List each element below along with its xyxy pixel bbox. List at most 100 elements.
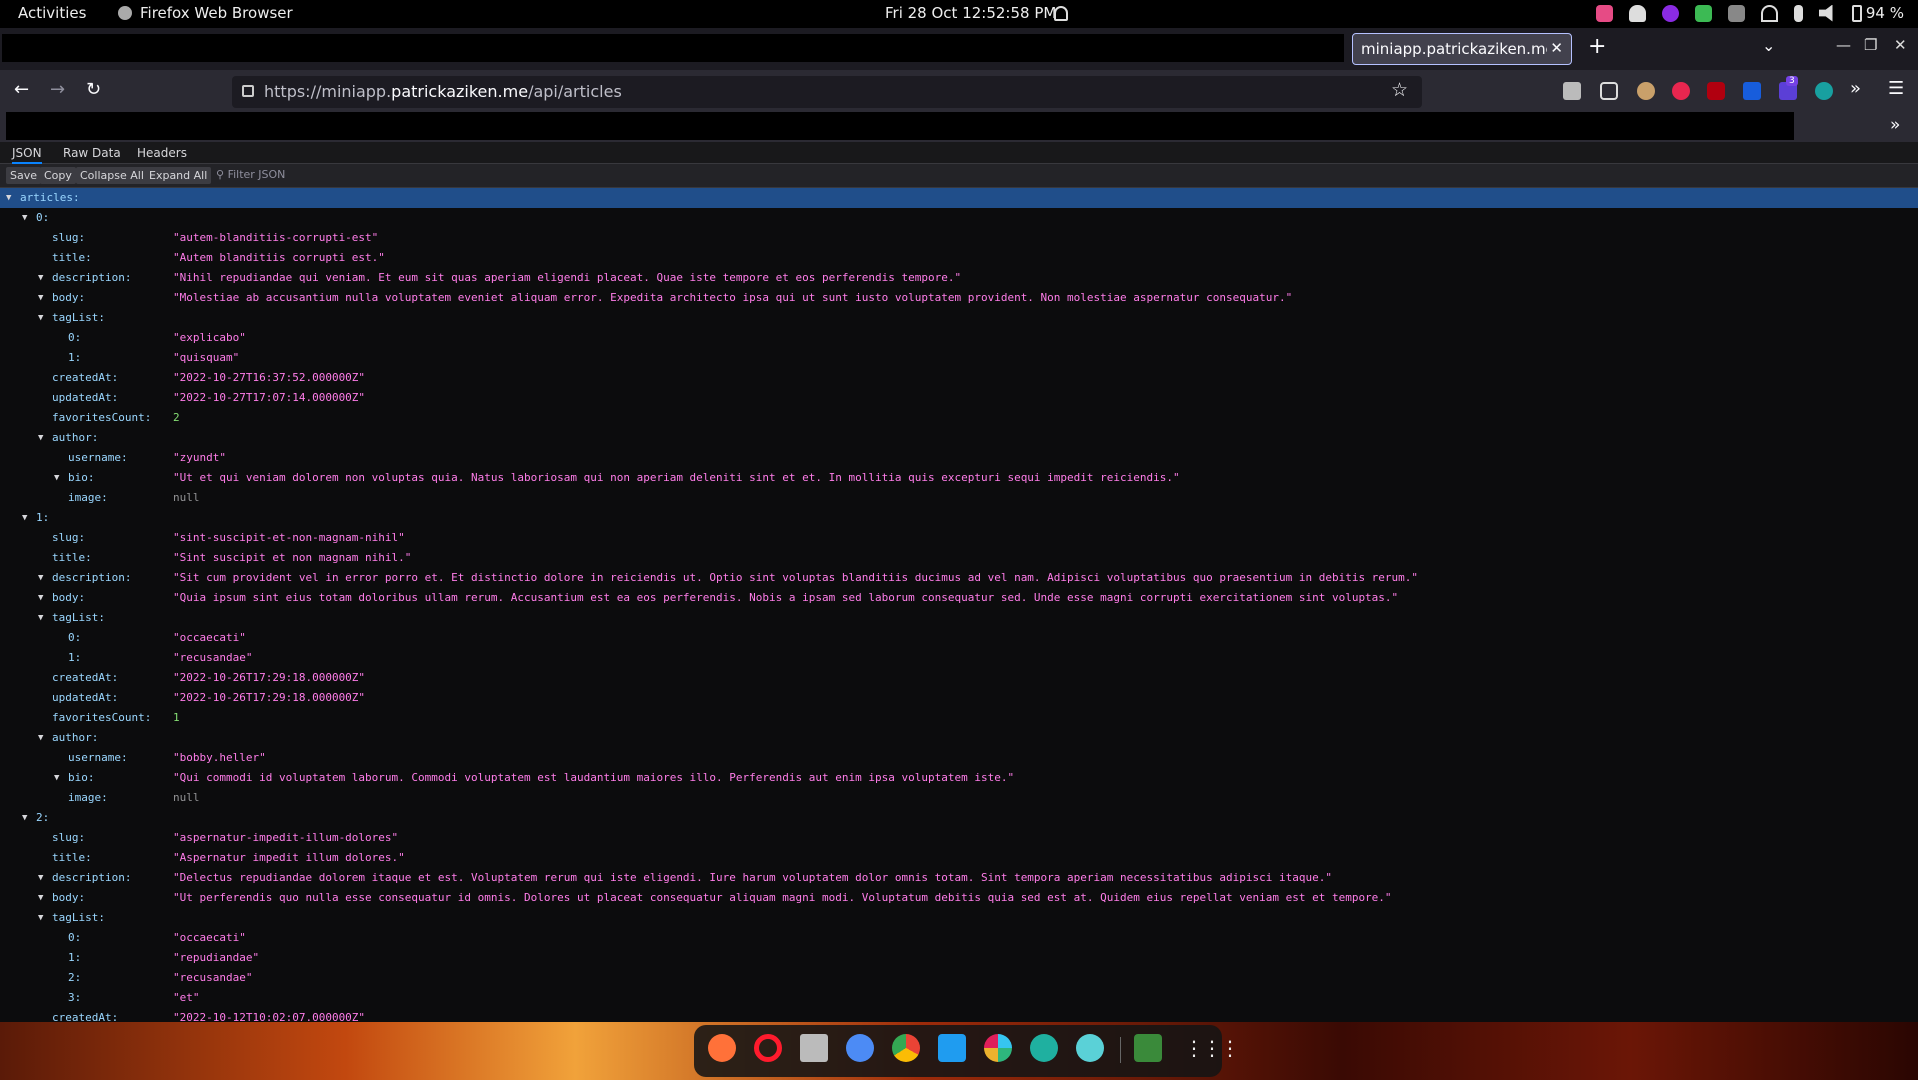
expand-toggle-icon[interactable]: ▼	[6, 188, 11, 208]
json-row[interactable]: updatedAt: "2022-10-26T17:29:18.000000Z"	[0, 688, 1918, 708]
new-tab-icon[interactable]: +	[1588, 34, 1606, 59]
json-row[interactable]: ▼ 2:	[0, 808, 1918, 828]
json-row[interactable]: ▼ tagList:	[0, 908, 1918, 928]
json-row[interactable]: slug: "aspernatur-impedit-illum-dolores"	[0, 828, 1918, 848]
chat-icon[interactable]	[1076, 1034, 1104, 1062]
expand-toggle-icon[interactable]: ▼	[38, 868, 43, 888]
chrome-icon[interactable]	[892, 1034, 920, 1062]
expand-toggle-icon[interactable]: ▼	[54, 468, 59, 488]
json-row[interactable]: ▼ body: "Quia ipsum sint eius totam dolori…	[0, 588, 1918, 608]
json-row[interactable]: title: "Aspernatur impedit illum dolores.…	[0, 848, 1918, 868]
extension-green-icon[interactable]	[1815, 82, 1833, 100]
restore-icon[interactable]: ❐	[1864, 36, 1877, 54]
json-row[interactable]: createdAt: "2022-10-26T17:29:18.000000Z"	[0, 668, 1918, 688]
volume-icon[interactable]	[1818, 4, 1833, 22]
expand-toggle-icon[interactable]: ▼	[38, 428, 43, 448]
expand-toggle-icon[interactable]: ▼	[38, 728, 43, 748]
hamburger-menu-icon[interactable]: ☰	[1888, 78, 1904, 99]
json-row[interactable]: ▼ author:	[0, 728, 1918, 748]
drive-icon[interactable]	[1727, 4, 1745, 22]
pocket-icon[interactable]	[1600, 82, 1618, 100]
json-row[interactable]: ▼ description: "Delectus repudiandae dolor…	[0, 868, 1918, 888]
show-apps-icon[interactable]: ⋮⋮⋮	[1184, 1036, 1240, 1060]
json-row[interactable]: 2: "recusandae"	[0, 968, 1918, 988]
tab-headers[interactable]: Headers	[137, 146, 187, 160]
copy-button[interactable]: Copy	[40, 167, 76, 184]
json-row[interactable]: username: "bobby.heller"	[0, 748, 1918, 768]
opera-icon[interactable]	[754, 1034, 782, 1062]
collapse-all-button[interactable]: Collapse All	[76, 167, 148, 184]
expand-toggle-icon[interactable]: ▼	[38, 288, 43, 308]
json-row[interactable]: updatedAt: "2022-10-27T17:07:14.000000Z"	[0, 388, 1918, 408]
tab-active[interactable]: miniapp.patrickaziken.me/api/articles ✕	[1352, 33, 1572, 65]
shield-icon[interactable]	[1694, 4, 1712, 22]
cloud-icon[interactable]	[1628, 4, 1646, 22]
json-row[interactable]: ▼ 1:	[0, 508, 1918, 528]
bookmark-star-icon[interactable]: ☆	[1391, 79, 1408, 101]
firefox-icon[interactable]	[708, 1034, 736, 1062]
close-tab-icon[interactable]: ✕	[1550, 39, 1563, 57]
app-tray-icon[interactable]	[1661, 4, 1679, 22]
bitwarden-icon[interactable]	[1743, 82, 1761, 100]
expand-toggle-icon[interactable]: ▼	[38, 268, 43, 288]
expand-toggle-icon[interactable]: ▼	[38, 888, 43, 908]
expand-all-button[interactable]: Expand All	[145, 167, 212, 184]
json-row[interactable]: title: "Sint suscipit et non magnam nihil…	[0, 548, 1918, 568]
json-row[interactable]: 0: "occaecati"	[0, 928, 1918, 948]
json-row[interactable]: ▼ bio: "Qui commodi id voluptatem laborum.…	[0, 768, 1918, 788]
expand-toggle-icon[interactable]: ▼	[22, 508, 27, 528]
tab-json[interactable]: JSON	[12, 146, 42, 164]
more-extensions-icon[interactable]: »	[1850, 78, 1861, 99]
list-tabs-icon[interactable]: ⌄	[1762, 36, 1775, 55]
screenshot-extension-icon[interactable]	[1563, 82, 1581, 100]
json-row[interactable]: ▼ author:	[0, 428, 1918, 448]
json-row[interactable]: ▼ description: "Nihil repudiandae qui veni…	[0, 268, 1918, 288]
chromium-icon[interactable]	[846, 1034, 874, 1062]
expand-toggle-icon[interactable]: ▼	[38, 588, 43, 608]
extension-red-icon[interactable]	[1672, 82, 1690, 100]
files-icon[interactable]	[800, 1034, 828, 1062]
bluetooth-icon[interactable]	[1793, 4, 1803, 22]
json-row[interactable]: 1: "repudiandae"	[0, 948, 1918, 968]
json-row[interactable]: ▼ description: "Sit cum provident vel in e…	[0, 568, 1918, 588]
colorpicker-tray-icon[interactable]	[1595, 4, 1613, 22]
json-row[interactable]: image: null	[0, 788, 1918, 808]
json-row[interactable]: ▼ bio: "Ut et qui veniam dolorem non volup…	[0, 468, 1918, 488]
expand-toggle-icon[interactable]: ▼	[54, 768, 59, 788]
clock[interactable]: Fri 28 Oct 12:52:58 PM	[885, 4, 1056, 22]
system-tray[interactable]: 94 %	[1595, 4, 1904, 22]
json-row[interactable]: ▼ tagList:	[0, 308, 1918, 328]
slack-icon[interactable]	[984, 1034, 1012, 1062]
expand-toggle-icon[interactable]: ▼	[22, 208, 27, 228]
expand-toggle-icon[interactable]: ▼	[38, 308, 43, 328]
extension-avatar-icon[interactable]	[1637, 82, 1655, 100]
minimize-icon[interactable]: —	[1836, 36, 1851, 54]
back-icon[interactable]: ←	[14, 79, 29, 100]
url-bar[interactable]: https://miniapp.patrickaziken.me/api/art…	[232, 76, 1422, 108]
lock-icon[interactable]	[242, 85, 254, 97]
close-window-icon[interactable]: ✕	[1894, 36, 1907, 54]
json-row[interactable]: title: "Autem blanditiis corrupti est."	[0, 248, 1918, 268]
edge-icon[interactable]	[1030, 1034, 1058, 1062]
expand-toggle-icon[interactable]: ▼	[38, 568, 43, 588]
json-row[interactable]: slug: "sint-suscipit-et-non-magnam-nihil"	[0, 528, 1918, 548]
json-row[interactable]: ▼ 0:	[0, 208, 1918, 228]
json-row[interactable]: createdAt: "2022-10-27T16:37:52.000000Z"	[0, 368, 1918, 388]
trash-icon[interactable]	[1134, 1034, 1162, 1062]
json-row[interactable]: ▼ articles:	[0, 188, 1918, 208]
json-row[interactable]: ▼ tagList:	[0, 608, 1918, 628]
json-row[interactable]: favoritesCount: 1	[0, 708, 1918, 728]
json-row[interactable]: 1: "quisquam"	[0, 348, 1918, 368]
app-menu[interactable]: Firefox Web Browser	[118, 4, 293, 22]
json-row[interactable]: 1: "recusandae"	[0, 648, 1918, 668]
json-row[interactable]: favoritesCount: 2	[0, 408, 1918, 428]
filter-json-input[interactable]: ⚲ Filter JSON	[216, 168, 285, 181]
json-row[interactable]: slug: "autem-blanditiis-corrupti-est"	[0, 228, 1918, 248]
expand-toggle-icon[interactable]: ▼	[22, 808, 27, 828]
save-button[interactable]: Save	[6, 167, 42, 184]
json-row[interactable]: ▼ body: "Ut perferendis quo nulla esse con…	[0, 888, 1918, 908]
json-row[interactable]: image: null	[0, 488, 1918, 508]
json-row[interactable]: 3: "et"	[0, 988, 1918, 1008]
ublock-icon[interactable]	[1707, 82, 1725, 100]
bookmarks-overflow-icon[interactable]: »	[1890, 115, 1900, 135]
